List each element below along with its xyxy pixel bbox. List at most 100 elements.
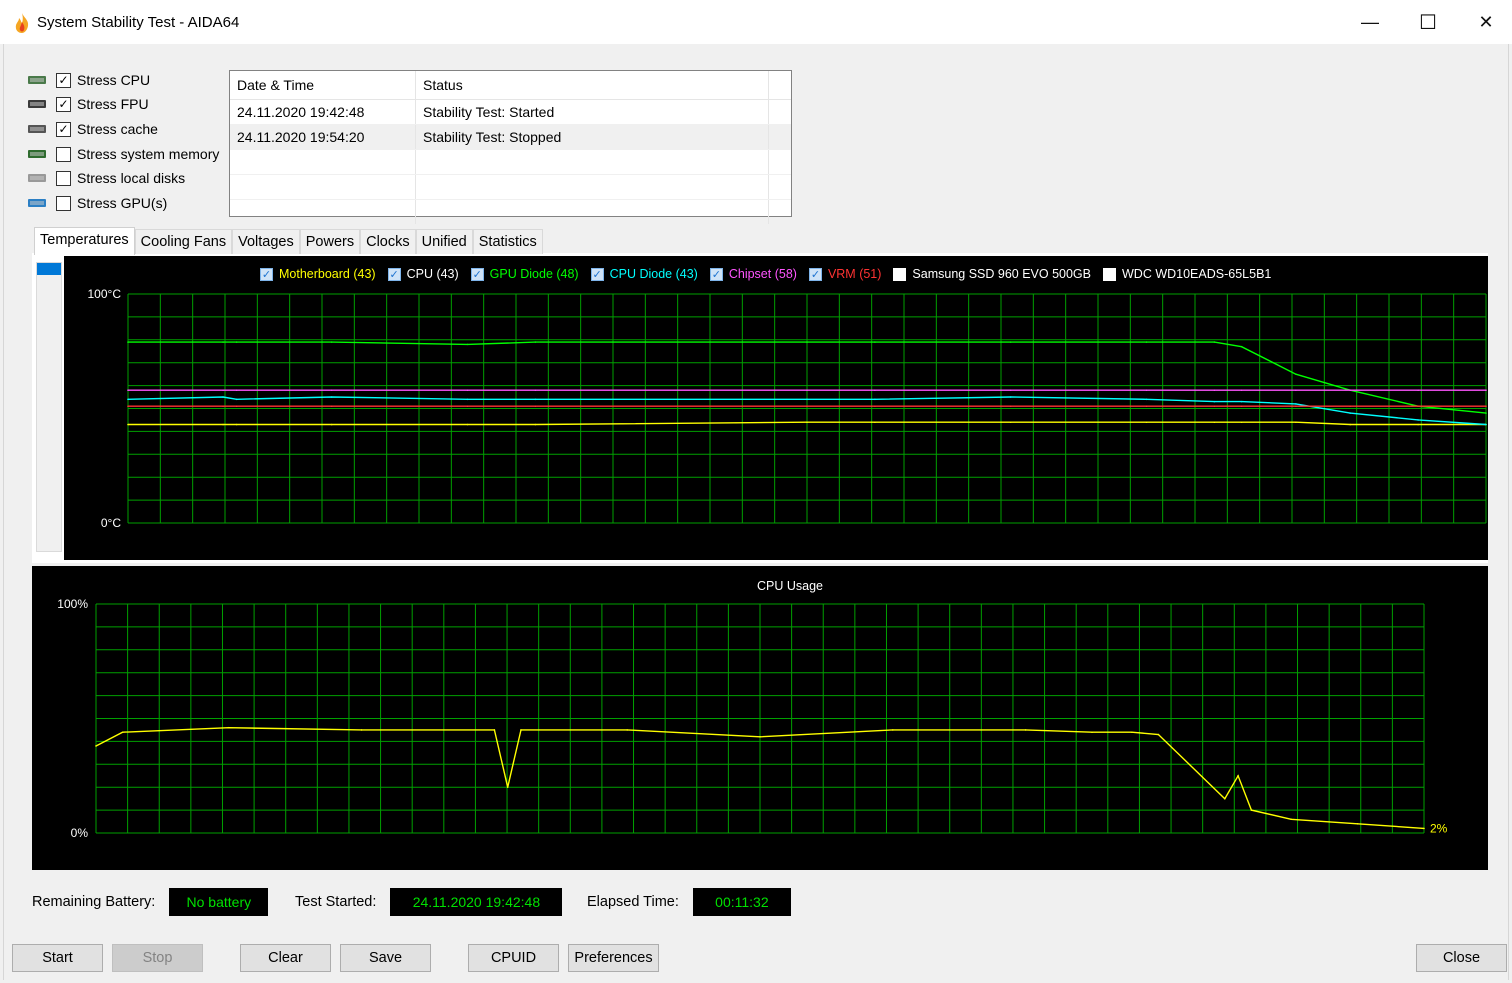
minimize-button[interactable]: — bbox=[1341, 0, 1399, 44]
stress-checkbox[interactable]: ✓ bbox=[56, 96, 71, 112]
data-point bbox=[1224, 797, 1226, 800]
data-point bbox=[1349, 412, 1351, 414]
close-button[interactable]: Close bbox=[1416, 944, 1507, 972]
data-point bbox=[1417, 423, 1419, 426]
battery-value: No battery bbox=[169, 888, 269, 916]
tab-voltages[interactable]: Voltages bbox=[232, 229, 300, 254]
start-button[interactable]: Start bbox=[12, 944, 103, 972]
data-point bbox=[1240, 400, 1243, 403]
data-point bbox=[360, 729, 363, 731]
data-point bbox=[874, 398, 876, 401]
data-point bbox=[1157, 733, 1160, 736]
y-axis-top-label: 100% bbox=[57, 597, 88, 611]
tab-temperatures[interactable]: Temperatures bbox=[34, 227, 135, 255]
tab-powers[interactable]: Powers bbox=[299, 229, 361, 254]
aida64-flame-icon bbox=[15, 13, 29, 33]
tab-clocks[interactable]: Clocks bbox=[360, 229, 416, 254]
clear-button[interactable]: Clear bbox=[240, 944, 331, 972]
disk-icon bbox=[26, 170, 48, 186]
data-point bbox=[95, 745, 97, 747]
log-header: Date & Time Status bbox=[230, 71, 791, 100]
stress-checkbox[interactable] bbox=[56, 170, 71, 186]
maximize-button[interactable]: ☐ bbox=[1399, 0, 1457, 44]
elapsed-value: 00:11:32 bbox=[692, 888, 791, 916]
stress-option-3[interactable]: Stress system memory bbox=[26, 143, 219, 165]
data-point bbox=[127, 398, 129, 401]
stress-option-2[interactable]: ✓ Stress cache bbox=[26, 118, 158, 140]
data-point bbox=[806, 341, 808, 343]
scrollbar-thumb[interactable] bbox=[37, 263, 61, 275]
data-point bbox=[1009, 389, 1012, 391]
data-point bbox=[228, 726, 230, 729]
data-point bbox=[1213, 421, 1216, 424]
sensor-scrollbar[interactable] bbox=[36, 262, 62, 552]
data-point bbox=[806, 421, 808, 424]
log-cell-datetime: 24.11.2020 19:42:48 bbox=[230, 100, 416, 124]
data-point bbox=[235, 405, 238, 408]
stress-option-0[interactable]: ✓ Stress CPU bbox=[26, 69, 150, 91]
test-started-value: 24.11.2020 19:42:48 bbox=[390, 888, 563, 916]
save-button[interactable]: Save bbox=[340, 944, 431, 972]
data-point bbox=[1145, 405, 1148, 408]
log-header-datetime[interactable]: Date & Time bbox=[230, 71, 416, 99]
data-point bbox=[534, 389, 537, 391]
data-point bbox=[222, 389, 224, 391]
data-point bbox=[1295, 421, 1297, 424]
stress-option-1[interactable]: ✓ Stress FPU bbox=[26, 93, 149, 115]
tab-cooling-fans[interactable]: Cooling Fans bbox=[134, 229, 233, 254]
data-point bbox=[330, 423, 333, 426]
data-point bbox=[1423, 827, 1425, 830]
log-header-status[interactable]: Status bbox=[416, 71, 769, 99]
stress-checkbox[interactable] bbox=[56, 146, 71, 162]
cpu-usage-chart: 100% 0% CPU Usage 2% bbox=[32, 566, 1488, 870]
stress-checkbox[interactable]: ✓ bbox=[56, 121, 71, 137]
log-row[interactable]: 24.11.2020 19:54:20 Stability Test: Stop… bbox=[230, 125, 791, 150]
data-point bbox=[1250, 809, 1253, 811]
data-point bbox=[806, 389, 808, 391]
data-point bbox=[1356, 823, 1359, 825]
cpuid-button[interactable]: CPUID bbox=[468, 944, 559, 972]
data-point bbox=[1485, 405, 1487, 408]
log-cell-empty bbox=[230, 175, 416, 199]
data-point bbox=[330, 341, 333, 343]
data-point bbox=[1240, 405, 1243, 408]
tab-unified[interactable]: Unified bbox=[415, 229, 473, 254]
data-point bbox=[330, 405, 333, 408]
data-point bbox=[235, 398, 238, 401]
data-point bbox=[534, 398, 537, 401]
stress-option-label: Stress system memory bbox=[77, 146, 220, 162]
data-point bbox=[1213, 389, 1216, 391]
stress-option-4[interactable]: Stress local disks bbox=[26, 167, 185, 189]
data-point bbox=[806, 405, 808, 408]
data-point bbox=[759, 736, 761, 738]
data-point bbox=[1091, 731, 1093, 734]
data-point bbox=[1145, 389, 1148, 391]
stress-checkbox[interactable]: ✓ bbox=[56, 72, 71, 88]
data-point bbox=[466, 423, 469, 426]
data-point bbox=[520, 729, 522, 731]
data-point bbox=[874, 389, 876, 391]
gpu-icon bbox=[26, 195, 48, 211]
data-point bbox=[1485, 412, 1487, 414]
log-row-empty bbox=[230, 175, 791, 200]
data-point bbox=[1009, 421, 1012, 424]
data-point bbox=[534, 341, 537, 343]
log-row-empty bbox=[230, 200, 791, 224]
data-point bbox=[466, 405, 469, 408]
temperature-plot: 100°C0°C4348435851 bbox=[88, 287, 1487, 530]
log-cell-status: Stability Test: Stopped bbox=[416, 125, 769, 149]
tab-statistics[interactable]: Statistics bbox=[472, 229, 543, 254]
window-title: System Stability Test - AIDA64 bbox=[37, 14, 240, 31]
stress-checkbox[interactable] bbox=[56, 195, 71, 211]
log-cell-empty bbox=[230, 150, 416, 174]
elapsed-label: Elapsed Time: bbox=[587, 894, 679, 910]
log-cell-datetime: 24.11.2020 19:54:20 bbox=[230, 125, 416, 149]
preferences-button[interactable]: Preferences bbox=[568, 944, 659, 972]
log-cell-empty bbox=[416, 175, 769, 199]
data-point bbox=[330, 396, 333, 398]
log-row[interactable]: 24.11.2020 19:42:48 Stability Test: Star… bbox=[230, 100, 791, 125]
close-window-button[interactable]: ✕ bbox=[1457, 0, 1512, 44]
stop-button[interactable]: Stop bbox=[112, 944, 203, 972]
data-point bbox=[222, 396, 224, 398]
stress-option-5[interactable]: Stress GPU(s) bbox=[26, 192, 167, 214]
